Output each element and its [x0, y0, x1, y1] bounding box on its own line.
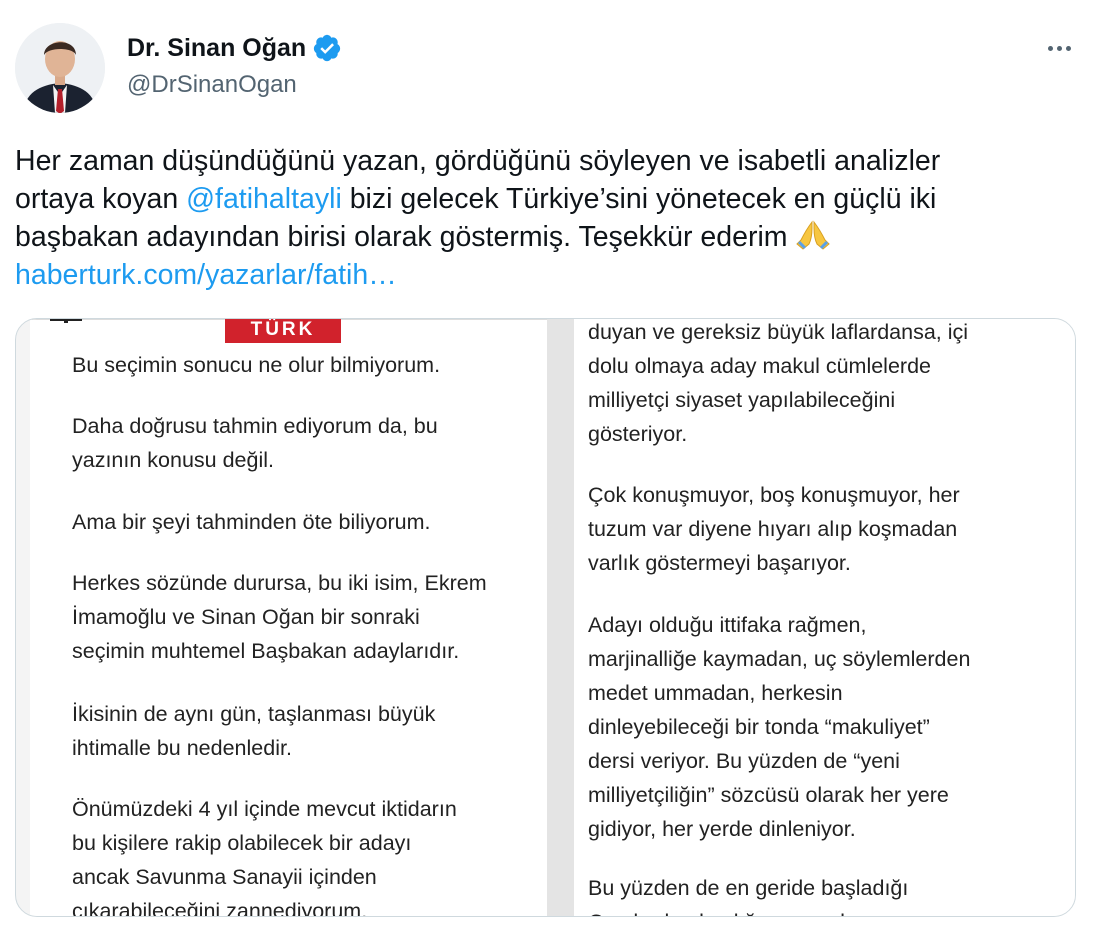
tweet-line: başbakan adayından birisi olarak gösterm…: [15, 218, 1085, 256]
more-dot-icon: [1047, 45, 1053, 51]
avatar[interactable]: [15, 23, 105, 113]
article-paragraph: Adayı olduğu ittifaka rağmen, marjinalli…: [588, 613, 971, 841]
author-display-name[interactable]: Dr. Sinan Oğan: [127, 30, 306, 66]
haberturk-logo: TÜRK: [225, 319, 341, 343]
article-paragraph: Ama bir şeyi tahminden öte biliyorum.: [72, 510, 431, 534]
article-column-left: TÜRK Bu seçimin sonucu ne olur bilmiyoru…: [30, 319, 547, 916]
article-paragraph: İkisinin de aynı gün, taşlanması büyük i…: [72, 702, 436, 760]
more-options-button[interactable]: [1037, 32, 1081, 64]
article-paragraph: Çok konuşmuyor, boş konuşmuyor, her tuzu…: [588, 483, 960, 575]
article-paragraph: Herkes sözünde durursa, bu iki isim, Ekr…: [72, 571, 487, 663]
tweet-line: Her zaman düşündüğünü yazan, gördüğünü s…: [15, 145, 941, 177]
tweet-line: haberturk.com/yazarlar/fatih…: [15, 256, 1085, 294]
image-divider: [547, 319, 575, 916]
verified-badge-icon: [314, 34, 341, 62]
article-paragraph: duyan ve gereksiz büyük laflardansa, içi…: [588, 320, 969, 446]
avatar-portrait: [15, 23, 105, 113]
more-dot-icon: [1065, 45, 1071, 51]
article-paragraph: Bu seçimin sonucu ne olur bilmiyorum.: [72, 353, 441, 377]
header-mark-icon: [50, 319, 82, 323]
article-column-right: duyan ve gereksiz büyük laflardansa, içi…: [574, 319, 1075, 916]
author-name-row[interactable]: Dr. Sinan Oğan: [127, 30, 342, 66]
tweet-text: Her zaman düşündüğünü yazan, gördüğünü s…: [15, 142, 1085, 294]
mention-link[interactable]: @fatihaltayli: [186, 183, 342, 215]
author-handle[interactable]: @DrSinanOgan: [127, 68, 297, 102]
folded-hands-emoji-icon: [796, 220, 831, 250]
article-paragraph: Bu yüzden de en geride başladığı Cumhurb…: [588, 876, 921, 916]
attached-image[interactable]: TÜRK Bu seçimin sonucu ne olur bilmiyoru…: [15, 318, 1076, 917]
article-link[interactable]: haberturk.com/yazarlar/fatih…: [15, 259, 397, 291]
more-dot-icon: [1056, 45, 1062, 51]
article-paragraph: Daha doğrusu tahmin ediyorum da, bu yazı…: [72, 414, 438, 472]
article-paragraph: Önümüzdeki 4 yıl içinde mevcut iktidarın…: [72, 797, 457, 916]
tweet-line: ortaya koyan @fatihaltayli bizi gelecek …: [15, 183, 937, 215]
